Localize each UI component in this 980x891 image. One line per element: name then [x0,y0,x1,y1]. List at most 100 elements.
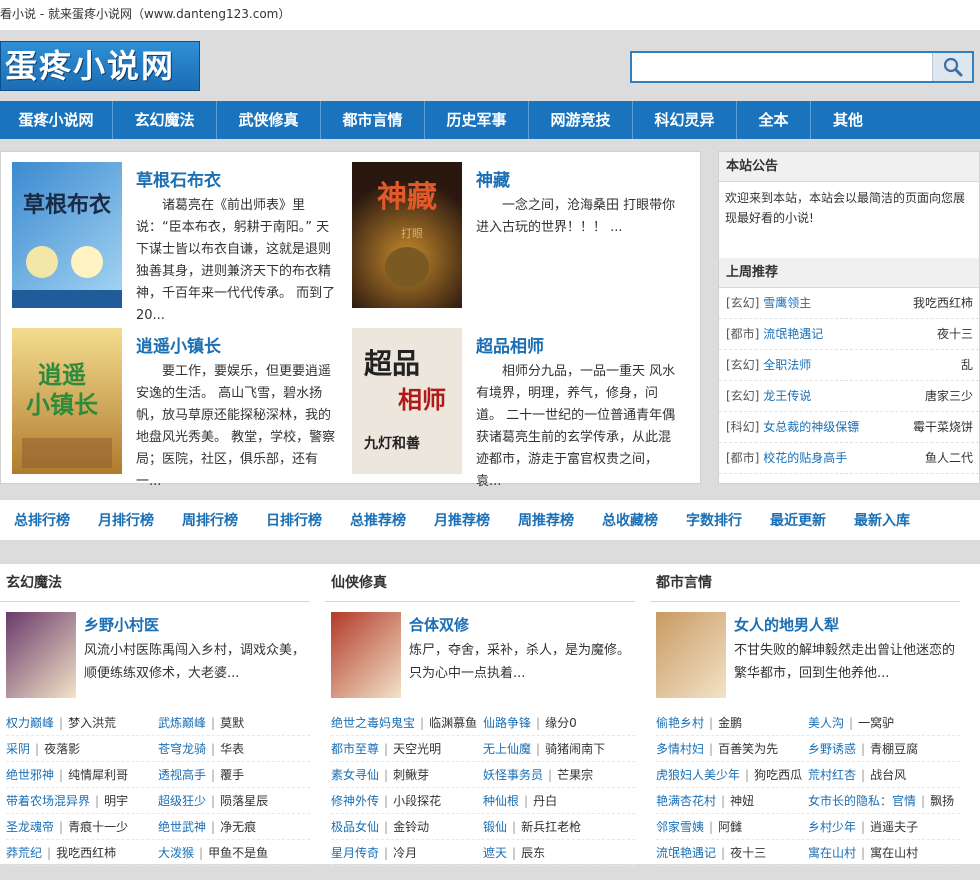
separator: | [721,794,726,808]
book-link[interactable]: 绝世邪神 [6,768,54,782]
book-link[interactable]: 绝世之毒妈鬼宝 [331,716,415,730]
list-row: 修神外传 | 小段探花 种仙根 | 丹白 [331,788,635,814]
book-link[interactable]: 流氓艳遇记 [763,327,823,341]
book-title[interactable]: 超品相师 [476,332,544,357]
nav-item-lishi[interactable]: 历史军事 [425,101,529,139]
search-button[interactable] [932,53,972,81]
category-label: [都市] [726,451,760,465]
book-link[interactable]: 校花的贴身高手 [763,451,847,465]
rank-link[interactable]: 最新入库 [854,510,910,530]
book-link[interactable]: 龙王传说 [763,389,811,403]
book-link[interactable]: 锻仙 [483,820,507,834]
list-item: [都市] 校花的贴身高手 鱼人二代 [719,443,979,474]
author-name: 明宇 [104,794,129,808]
rank-link[interactable]: 月推荐榜 [434,510,490,530]
book-link[interactable]: 素女寻仙 [331,768,379,782]
book-link[interactable]: 圣龙魂帝 [6,820,54,834]
book-link[interactable]: 妖怪事务员 [483,768,543,782]
nav-item-wuxia[interactable]: 武侠修真 [217,101,321,139]
rank-link[interactable]: 周排行榜 [182,510,238,530]
author-name: 逍遥夫子 [870,820,919,834]
category-label: [玄幻] [726,358,760,372]
book-link[interactable]: 都市至尊 [331,742,379,756]
book-link[interactable]: 女市长的隐私：官情 [808,794,916,808]
rank-link[interactable]: 总收藏榜 [602,510,658,530]
ranking-nav: 总排行榜 月排行榜 周排行榜 日排行榜 总推荐榜 月推荐榜 周推荐榜 总收藏榜 … [0,500,980,540]
book-link[interactable]: 权力巅峰 [6,716,54,730]
nav-item-kehuan[interactable]: 科幻灵异 [633,101,737,139]
book-cover[interactable] [6,612,76,698]
rank-link[interactable]: 周推荐榜 [518,510,574,530]
search-input[interactable] [632,53,932,81]
book-link[interactable]: 仙路争锋 [483,716,531,730]
book-link[interactable]: 荒村红杏 [808,768,856,782]
author-name: 纯情犀利哥 [68,768,129,782]
list-item: 无上仙魔 | 骑猪闹南下 [483,736,635,761]
rank-link[interactable]: 字数排行 [686,510,742,530]
nav-item-wangyou[interactable]: 网游竞技 [529,101,633,139]
nav-item-dushi[interactable]: 都市言情 [321,101,425,139]
book-cover[interactable]: 逍遥 小镇长 [12,328,122,474]
book-link[interactable]: 偷艳乡村 [656,716,704,730]
author-name: 金铃动 [393,820,430,834]
book-link[interactable]: 美人沟 [808,716,844,730]
book-link[interactable]: 绝世武神 [158,820,206,834]
book-link[interactable]: 遮天 [483,846,507,860]
book-link[interactable]: 多情村妇 [656,742,704,756]
book-link[interactable]: 雪鹰领主 [763,296,811,310]
book-link[interactable]: 莽荒纪 [6,846,42,860]
book-link[interactable]: 艳满杏花村 [656,794,716,808]
book-cover[interactable] [331,612,401,698]
book-link[interactable]: 乡野诱惑 [808,742,856,756]
book-link[interactable]: 虎狼妇人美少年 [656,768,740,782]
rank-link[interactable]: 月排行榜 [98,510,154,530]
book-link[interactable]: 透视高手 [158,768,206,782]
book-title[interactable]: 草根石布衣 [136,166,221,191]
book-title[interactable]: 合体双修 [409,614,469,635]
book-title[interactable]: 女人的地男人犁 [734,614,839,635]
book-link[interactable]: 邻家雪姨 [656,820,704,834]
book-cover[interactable]: 超品 相师 九灯和善 [352,328,462,474]
book-link[interactable]: 种仙根 [483,794,519,808]
book-link[interactable]: 乡村少年 [808,820,856,834]
book-link[interactable]: 带着农场混异界 [6,794,90,808]
book-cover[interactable]: 草根布衣 [12,162,122,308]
book-link[interactable]: 流氓艳遇记 [656,846,716,860]
rank-link[interactable]: 日排行榜 [266,510,322,530]
book-cover[interactable] [656,612,726,698]
separator: | [420,716,425,730]
book-link[interactable]: 极品女仙 [331,820,379,834]
nav-item-home[interactable]: 蛋疼小说网 [0,101,113,139]
book-link[interactable]: 修神外传 [331,794,379,808]
nav-item-quanben[interactable]: 全本 [737,101,811,139]
book-link[interactable]: 星月传奇 [331,846,379,860]
list-item: [科幻] 女总裁的神级保镖 霉干菜烧饼 [719,412,979,443]
separator: | [211,742,216,756]
separator: | [709,716,714,730]
rank-link[interactable]: 总排行榜 [14,510,70,530]
book-link[interactable]: 采阴 [6,742,30,756]
book-link[interactable]: 无上仙魔 [483,742,531,756]
list-item: 乡野诱惑 | 青棚豆腐 [808,736,960,761]
book-cover[interactable]: 神藏 打眼 [352,162,462,308]
rank-link[interactable]: 总推荐榜 [350,510,406,530]
rank-link[interactable]: 最近更新 [770,510,826,530]
nav-item-other[interactable]: 其他 [811,101,885,139]
site-logo[interactable]: 蛋疼小说网 [0,41,200,91]
book-title[interactable]: 逍遥小镇长 [136,332,221,357]
book-link[interactable]: 女总裁的神级保镖 [763,420,859,434]
book-link[interactable]: 大泼猴 [158,846,194,860]
book-title[interactable]: 乡野小村医 [84,614,159,635]
book-link[interactable]: 寓在山村 [808,846,856,860]
list-item: 采阴 | 夜落影 [6,736,158,761]
book-link[interactable]: 超级狂少 [158,794,206,808]
book-list: 权力巅峰 | 梦入洪荒 武炼巅峰 | 莫默 采阴 | 夜落影 苍穹龙骑 | 华表 绝世邪神 | 纯情犀利哥 透… [6,710,310,866]
author-name: 战台风 [870,768,907,782]
book-link[interactable]: 武炼巅峰 [158,716,206,730]
book-link[interactable]: 全职法师 [763,358,811,372]
nav-item-xuanhuan[interactable]: 玄幻魔法 [113,101,217,139]
search-box [630,51,974,83]
book-link[interactable]: 苍穹龙骑 [158,742,206,756]
category-column: 仙侠修真 合体双修 炼尸，夺舍，采补，杀人，是为魔修。 只为心中一点执着... 绝世之… [325,564,635,866]
book-title[interactable]: 神藏 [476,166,510,191]
